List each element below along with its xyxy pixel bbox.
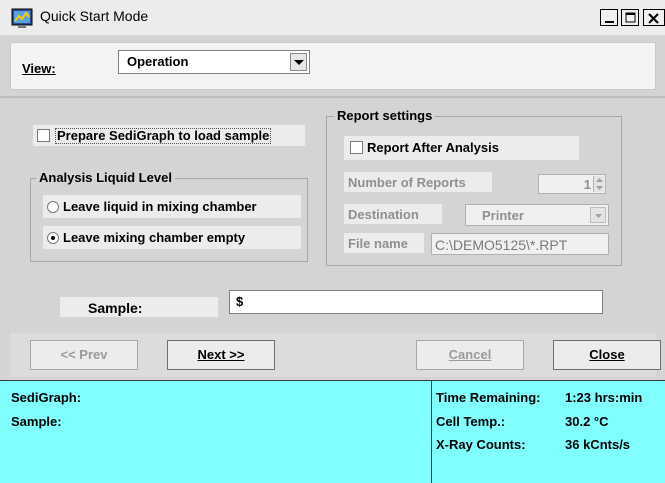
- toolbar-divider: [0, 96, 665, 98]
- view-toolbar: [10, 42, 656, 90]
- prev-button[interactable]: << Prev: [30, 340, 138, 370]
- xray-counts-value: 36 kCnts/s: [565, 437, 631, 452]
- cancel-button[interactable]: Cancel: [416, 340, 524, 370]
- destination-chevron-down-icon[interactable]: [590, 207, 606, 223]
- report-after-label: Report After Analysis: [367, 140, 499, 155]
- num-reports-label: Number of Reports: [348, 175, 466, 190]
- chevron-down-icon[interactable]: [290, 53, 307, 71]
- destination-value: Printer: [482, 208, 524, 223]
- view-select-value: Operation: [127, 54, 189, 69]
- view-label: View:: [22, 61, 56, 76]
- status-divider: [431, 380, 432, 483]
- window-title: Quick Start Mode: [40, 8, 149, 24]
- num-reports-input[interactable]: 1: [538, 174, 606, 194]
- liquid-level-group: [30, 178, 308, 262]
- next-button-label: Next >>: [197, 347, 245, 362]
- cell-temp-label: Cell Temp.:: [436, 414, 506, 429]
- radio-leave-empty[interactable]: [47, 232, 59, 244]
- liquid-level-legend: Analysis Liquid Level: [36, 170, 175, 185]
- maximize-button[interactable]: [621, 9, 639, 26]
- radio-leave-liquid-label: Leave liquid in mixing chamber: [63, 199, 257, 214]
- prepare-checkbox-label: Prepare SediGraph to load sample: [55, 128, 272, 144]
- report-settings-legend: Report settings: [334, 108, 436, 123]
- view-select[interactable]: Operation: [118, 50, 310, 74]
- view-label-text: View:: [22, 61, 56, 76]
- destination-label: Destination: [348, 207, 419, 222]
- file-name-label: File name: [348, 236, 408, 251]
- status-sedigraph-label: SediGraph:: [11, 390, 82, 405]
- radio-leave-liquid[interactable]: [47, 201, 59, 213]
- file-name-value: C:\DEMO5125\*.RPT: [435, 237, 568, 253]
- file-name-input[interactable]: C:\DEMO5125\*.RPT: [431, 233, 609, 255]
- destination-select[interactable]: Printer: [465, 204, 609, 226]
- time-remaining-label: Time Remaining:: [436, 390, 541, 405]
- cancel-button-label: Cancel: [448, 347, 492, 362]
- close-button[interactable]: Close: [553, 340, 661, 370]
- spinner-icon[interactable]: [593, 176, 604, 192]
- report-after-checkbox[interactable]: [350, 141, 363, 154]
- sample-input-value: $: [236, 294, 244, 309]
- xray-counts-label: X-Ray Counts:: [436, 437, 526, 452]
- sample-label: Sample:: [88, 300, 143, 316]
- close-window-button[interactable]: [643, 9, 665, 26]
- title-bar[interactable]: Quick Start Mode: [0, 0, 665, 36]
- cell-temp-value: 30.2 °C: [565, 414, 609, 429]
- sample-input[interactable]: $: [229, 290, 603, 314]
- radio-leave-empty-label: Leave mixing chamber empty: [63, 230, 246, 245]
- status-sample-label: Sample:: [11, 414, 62, 429]
- time-remaining-value: 1:23 hrs:min: [565, 390, 643, 405]
- prepare-checkbox[interactable]: [37, 129, 50, 142]
- minimize-button[interactable]: [600, 9, 618, 26]
- num-reports-value: 1: [583, 177, 591, 192]
- next-button[interactable]: Next >>: [167, 340, 275, 370]
- app-icon: [11, 7, 33, 29]
- quick-start-window: Quick Start Mode View: Operation Prepare…: [0, 0, 665, 483]
- close-button-label: Close: [589, 347, 625, 362]
